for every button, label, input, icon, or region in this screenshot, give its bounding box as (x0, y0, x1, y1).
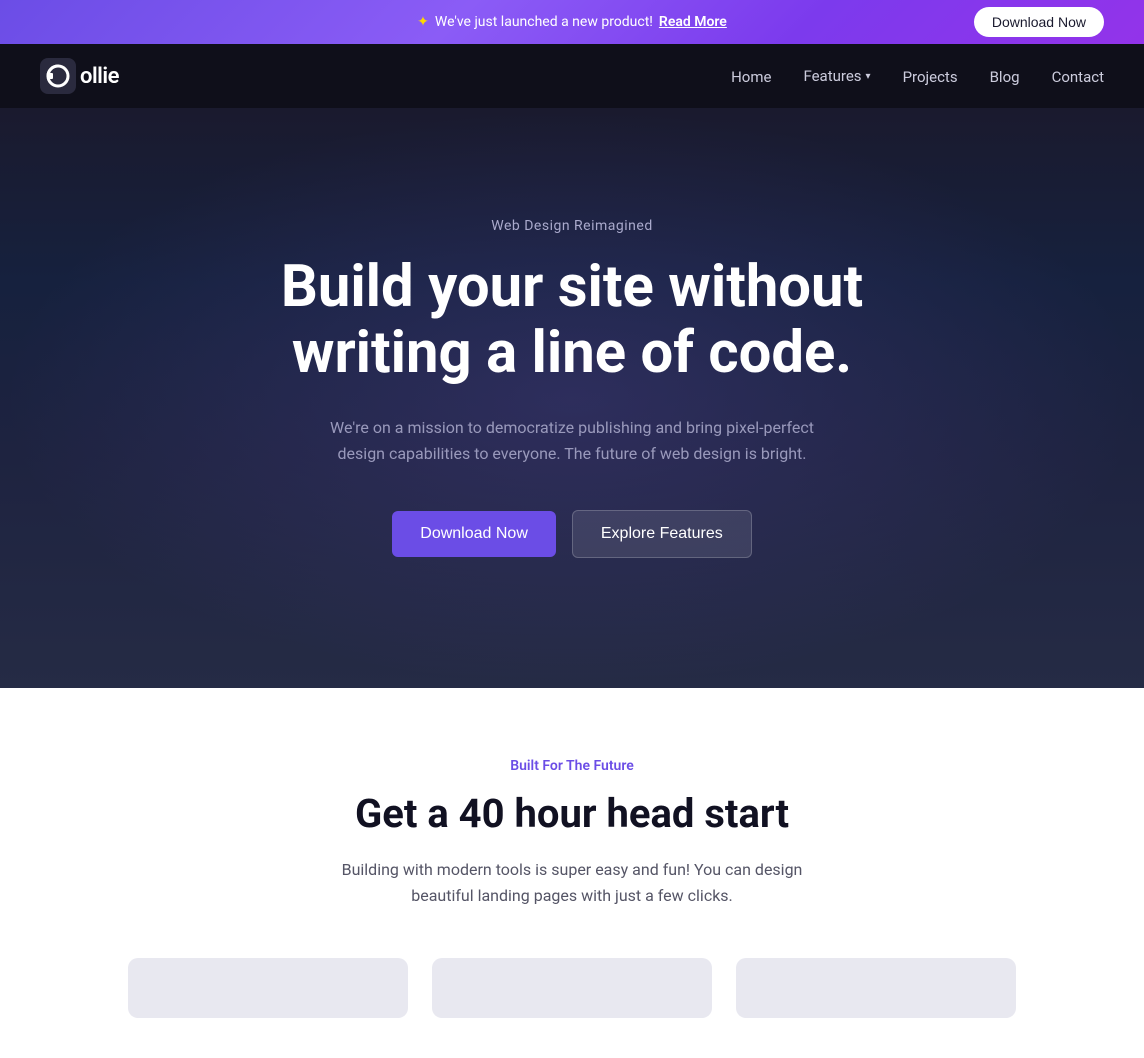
nav-item-contact[interactable]: Contact (1052, 67, 1104, 86)
nav-link-contact[interactable]: Contact (1052, 68, 1104, 86)
logo-icon (40, 58, 76, 94)
features-description: Building with modern tools is super easy… (322, 857, 822, 908)
features-cards (40, 958, 1104, 1018)
announcement-message: We've just launched a new product! (435, 14, 653, 30)
feature-card-2 (432, 958, 712, 1018)
read-more-link[interactable]: Read More (659, 14, 727, 30)
chevron-down-icon: ▾ (866, 71, 871, 82)
features-tag: Built For The Future (40, 758, 1104, 774)
navbar: ollie Home Features ▾ Projects Blog Cont… (0, 44, 1144, 108)
nav-item-projects[interactable]: Projects (903, 67, 958, 86)
nav-link-home[interactable]: Home (731, 68, 771, 86)
features-section: Built For The Future Get a 40 hour head … (0, 688, 1144, 1058)
nav-links: Home Features ▾ Projects Blog Contact (731, 67, 1104, 86)
announcement-bar: ✦ We've just launched a new product! Rea… (0, 0, 1144, 44)
nav-link-projects[interactable]: Projects (903, 68, 958, 86)
logo[interactable]: ollie (40, 58, 119, 94)
nav-item-blog[interactable]: Blog (990, 67, 1020, 86)
hero-subtitle: Web Design Reimagined (491, 218, 652, 234)
hero-title: Build your site without writing a line o… (222, 254, 922, 387)
feature-card-3 (736, 958, 1016, 1018)
feature-card-1 (128, 958, 408, 1018)
announcement-text: ✦ We've just launched a new product! Rea… (417, 14, 727, 30)
nav-link-features[interactable]: Features ▾ (803, 67, 870, 85)
nav-item-home[interactable]: Home (731, 67, 771, 86)
hero-buttons: Download Now Explore Features (392, 510, 751, 558)
star-icon: ✦ (417, 14, 429, 30)
hero-description: We're on a mission to democratize publis… (312, 415, 832, 466)
hero-explore-button[interactable]: Explore Features (572, 510, 752, 558)
hero-download-button[interactable]: Download Now (392, 511, 556, 557)
features-title: Get a 40 hour head start (40, 790, 1104, 837)
logo-text: ollie (80, 64, 119, 89)
hero-section: Web Design Reimagined Build your site wi… (0, 108, 1144, 688)
announcement-download-button[interactable]: Download Now (974, 7, 1104, 37)
nav-link-blog[interactable]: Blog (990, 68, 1020, 86)
nav-item-features[interactable]: Features ▾ (803, 67, 870, 85)
